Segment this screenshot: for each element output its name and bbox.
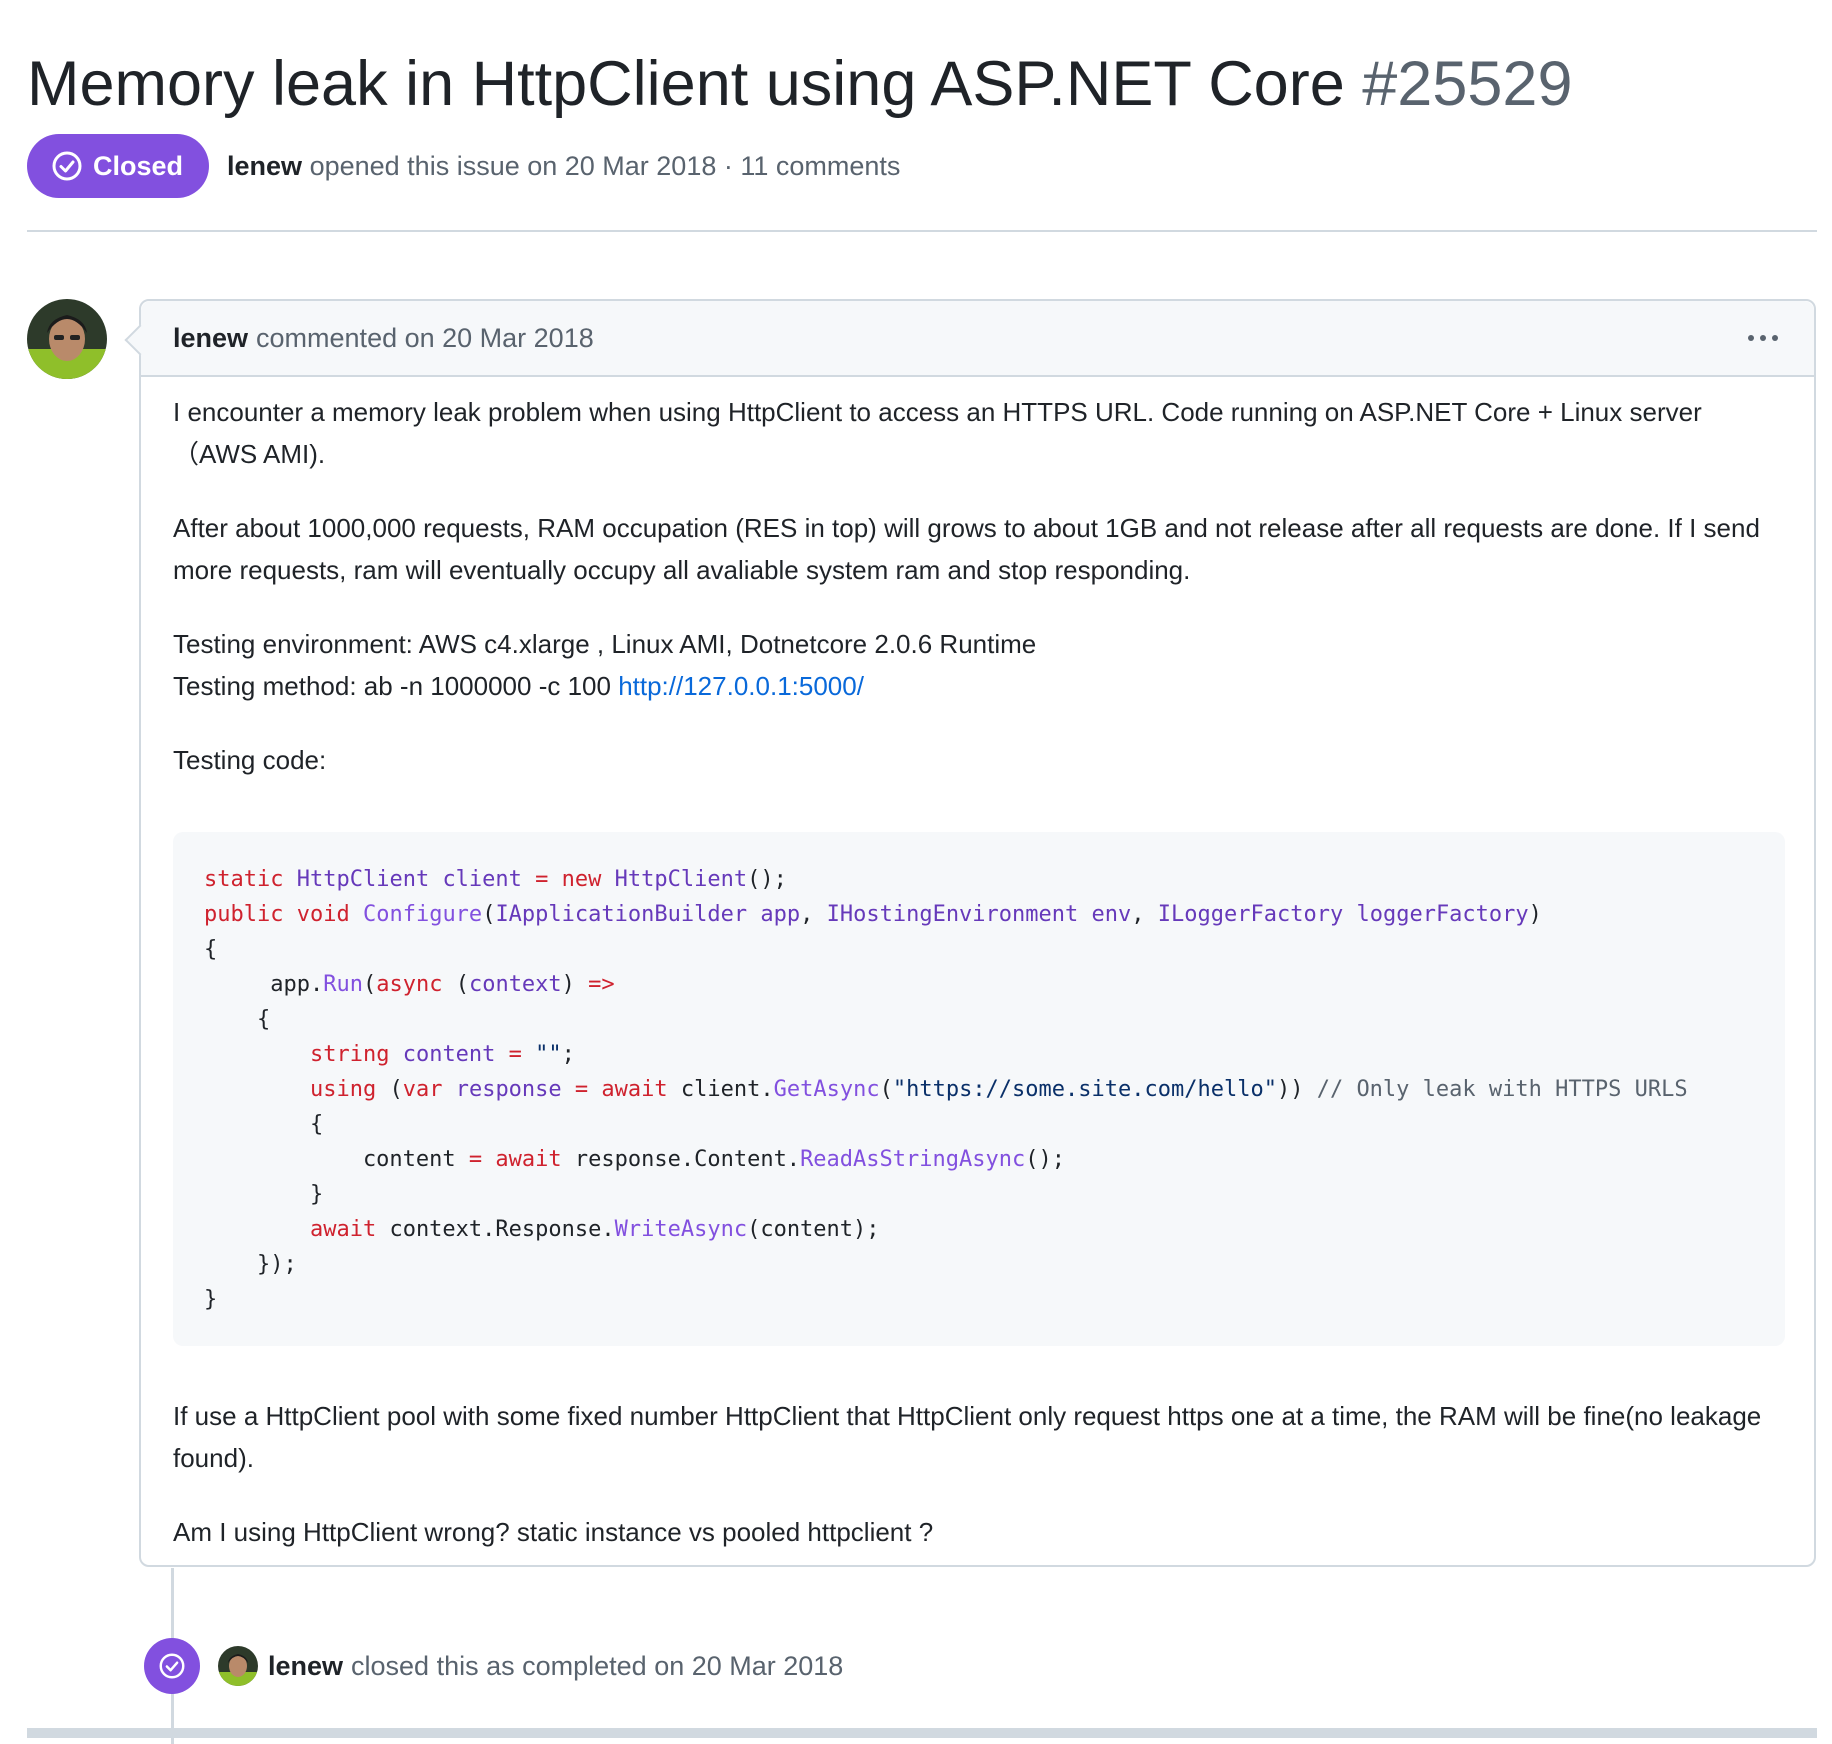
code-line: app.Run(async (context) => [204, 972, 615, 997]
issue-meta: Closed lenew opened this issue on 20 Mar… [27, 134, 900, 198]
event-actor-link[interactable]: lenew [268, 1651, 343, 1682]
code-line: { [204, 937, 218, 962]
state-label: Closed [93, 150, 184, 181]
issue-title-text: Memory leak in HttpClient using ASP.NET … [27, 49, 1345, 119]
comment-box: lenew commented on 20 Mar 2018 I encount… [124, 299, 1816, 1567]
code-line: static HttpClient client = new HttpClien… [204, 867, 787, 892]
opened-text: opened this issue on 20 Mar 2018 · 11 co… [309, 150, 901, 181]
code-line: { [204, 1112, 324, 1137]
kebab-menu-icon[interactable] [1744, 325, 1782, 351]
comment-paragraph-6: Am I using HttpClient wrong? static inst… [173, 1517, 934, 1547]
code-line: using (var response = await client.GetAs… [309, 1077, 1688, 1102]
code-line: }); [204, 1252, 297, 1277]
code-line: string content = ""; [309, 1042, 575, 1067]
code-line: await context.Response.WriteAsync(conten… [309, 1217, 880, 1242]
comment-environment: Testing environment: AWS c4.xlarge , Lin… [173, 623, 1785, 707]
env-line: Testing environment: AWS c4.xlarge , Lin… [173, 629, 1037, 659]
code-line: public void Configure(IApplicationBuilde… [204, 902, 1542, 927]
method-line: Testing method: ab -n 1000000 -c 100 htt… [173, 665, 1785, 707]
state-badge: Closed [27, 134, 210, 198]
code-line: { [204, 1007, 271, 1032]
code-line: } [204, 1287, 218, 1312]
method-link[interactable]: http://127.0.0.1:5000/ [618, 671, 864, 701]
issue-header: Memory leak in HttpClient using ASP.NET … [27, 40, 1817, 128]
check-circle-icon [144, 1638, 200, 1694]
comment-paragraph-2: After about 1000,000 requests, RAM occup… [173, 513, 1760, 585]
code-line: content = await response.Content.ReadAsS… [204, 1147, 1065, 1172]
comment-paragraph-5: If use a HttpClient pool with some fixed… [173, 1401, 1762, 1473]
code-line: } [204, 1182, 324, 1207]
avatar[interactable] [218, 1646, 258, 1686]
code-block: static HttpClient client = new HttpClien… [173, 832, 1785, 1346]
avatar[interactable] [27, 299, 107, 379]
check-circle-icon [51, 150, 83, 182]
comment-header: lenew commented on 20 Mar 2018 [141, 301, 1814, 377]
issue-author-link[interactable]: lenew [227, 151, 302, 181]
bottom-divider [27, 1728, 1817, 1738]
event-text: closed this as completed on 20 Mar 2018 [351, 1650, 844, 1681]
comment-paragraph-1: I encounter a memory leak problem when u… [173, 397, 1702, 469]
closed-event: lenew closed this as completed on 20 Mar… [144, 1638, 843, 1694]
header-divider [27, 230, 1817, 232]
issue-opened-info: lenew opened this issue on 20 Mar 2018 ·… [227, 151, 900, 182]
comment-author-link[interactable]: lenew [173, 323, 248, 354]
issue-number: #25529 [1362, 49, 1573, 119]
comment-timestamp[interactable]: commented on 20 Mar 2018 [256, 323, 594, 354]
code-label: Testing code: [173, 745, 327, 775]
method-text: Testing method: ab -n 1000000 -c 100 [173, 671, 619, 701]
issue-title: Memory leak in HttpClient using ASP.NET … [27, 40, 1817, 128]
